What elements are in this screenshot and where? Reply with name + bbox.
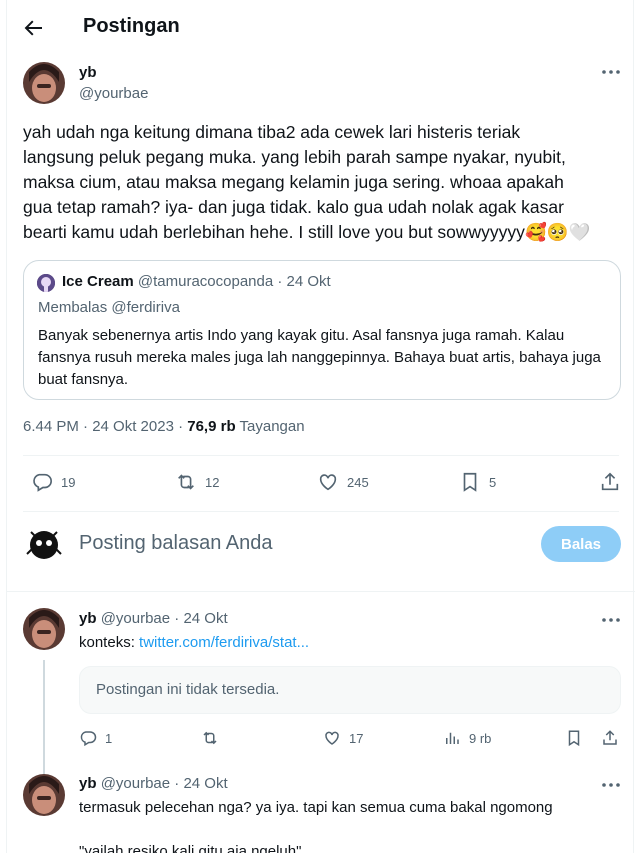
repost-count: 12 — [205, 474, 220, 490]
post-emoji: 🥰🥺🤍 — [524, 222, 591, 242]
divider — [23, 455, 619, 456]
repost-button[interactable]: 12 — [175, 471, 219, 493]
reply-text: konteks: twitter.com/ferdiriva/stat... — [79, 633, 619, 653]
author-handle[interactable]: @yourbae — [101, 610, 170, 627]
current-user-avatar[interactable] — [23, 524, 65, 566]
bookmark-button[interactable] — [565, 729, 591, 747]
repost-button[interactable] — [201, 729, 227, 747]
reply-button[interactable]: 1 — [79, 729, 112, 747]
quoted-header: Ice Cream @tamuracocopanda · 24 Okt — [62, 273, 331, 290]
avatar[interactable] — [23, 62, 65, 104]
author-name[interactable]: yb — [79, 610, 97, 627]
quoted-author-handle: @tamuracocopanda — [137, 273, 274, 290]
post-text-body: yah udah nga keitung dimana tiba2 ada ce… — [23, 122, 566, 242]
heart-icon — [325, 731, 339, 745]
views-count: 9 rb — [469, 730, 492, 746]
avatar-image — [23, 524, 65, 566]
post-meta: 6.44 PM · 24 Okt 2023 · 76,9 rb Tayangan — [23, 418, 305, 435]
timeline-column: Postingan yb @yourbae yah udah nga keitu… — [6, 0, 635, 853]
avatar[interactable] — [23, 608, 65, 650]
page-title: Postingan — [83, 15, 180, 37]
page-header: Postingan — [7, 0, 635, 56]
context-link[interactable]: twitter.com/ferdiriva/stat... — [139, 634, 309, 651]
repost-icon — [178, 474, 194, 490]
author-handle[interactable]: @yourbae — [101, 775, 170, 792]
reply-count: 19 — [61, 474, 76, 490]
author-name[interactable]: yb — [79, 775, 97, 792]
reply-header: yb @yourbae · 24 Okt — [79, 610, 228, 627]
avatar-image — [23, 608, 65, 650]
quoted-avatar-image — [37, 274, 55, 292]
arrow-left-icon[interactable] — [21, 16, 45, 40]
views-label: Tayangan — [239, 418, 305, 435]
quoted-avatar — [37, 274, 55, 292]
more-options-icon[interactable] — [599, 62, 623, 82]
analytics-icon — [446, 732, 459, 744]
post-time[interactable]: 6.44 PM · 24 Okt 2023 · — [23, 418, 187, 435]
reply-date[interactable]: · 24 Okt — [174, 610, 227, 627]
bookmark-button[interactable]: 5 — [459, 471, 496, 493]
views-button[interactable]: 9 rb — [443, 729, 491, 747]
reply-text-prefix: konteks: — [79, 634, 140, 651]
views-count: 76,9 rb — [187, 418, 236, 435]
like-count: 245 — [347, 474, 369, 490]
bookmark-icon — [463, 472, 477, 492]
repost-icon — [203, 731, 217, 745]
bookmark-count: 5 — [489, 474, 497, 490]
like-count: 17 — [349, 730, 364, 746]
like-button[interactable]: 245 — [317, 471, 369, 493]
reply-header: yb @yourbae · 24 Okt — [79, 775, 228, 792]
reply-input[interactable]: Posting balasan Anda — [79, 532, 273, 555]
like-button[interactable]: 17 — [323, 729, 363, 747]
share-icon — [601, 472, 619, 491]
author-name[interactable]: yb — [79, 64, 97, 81]
quoted-author-name: Ice Cream — [62, 273, 134, 290]
post-actions: 19 12 245 5 — [23, 462, 619, 502]
share-icon — [603, 730, 617, 745]
reply-submit-button[interactable]: Balas — [541, 526, 621, 562]
reply-icon — [80, 731, 97, 747]
bookmark-icon — [568, 730, 580, 747]
quoted-reply-to: Membalas @ferdiriva — [38, 299, 180, 316]
more-options-icon[interactable] — [599, 610, 623, 630]
quoted-post[interactable]: Ice Cream @tamuracocopanda · 24 Okt Memb… — [23, 260, 621, 400]
thread-connector — [43, 660, 45, 774]
more-options-icon[interactable] — [599, 775, 623, 795]
reply-icon — [33, 473, 52, 492]
heart-icon — [319, 474, 337, 491]
quoted-date: · 24 Okt — [277, 273, 331, 290]
post-text: yah udah nga keitung dimana tiba2 ada ce… — [23, 120, 623, 245]
avatar-image — [23, 62, 65, 104]
quoted-text: Banyak sebenernya artis Indo yang kayak … — [38, 327, 601, 388]
reply-button[interactable]: 19 — [31, 471, 75, 493]
reply-text-line: "yailah resiko kali gitu aja ngeluh" — [79, 843, 302, 853]
reply-date[interactable]: · 24 Okt — [174, 775, 227, 792]
reply-text-line: termasuk pelecehan nga? ya iya. tapi kan… — [79, 799, 553, 816]
avatar-image — [23, 774, 65, 816]
reply-composer: Posting balasan Anda Balas — [7, 512, 635, 592]
author-handle[interactable]: @yourbae — [79, 85, 148, 102]
share-button[interactable] — [599, 471, 629, 493]
unavailable-post-notice: Postingan ini tidak tersedia. — [79, 666, 621, 714]
avatar[interactable] — [23, 774, 65, 816]
reply-count: 1 — [105, 730, 113, 746]
share-button[interactable] — [601, 729, 627, 747]
